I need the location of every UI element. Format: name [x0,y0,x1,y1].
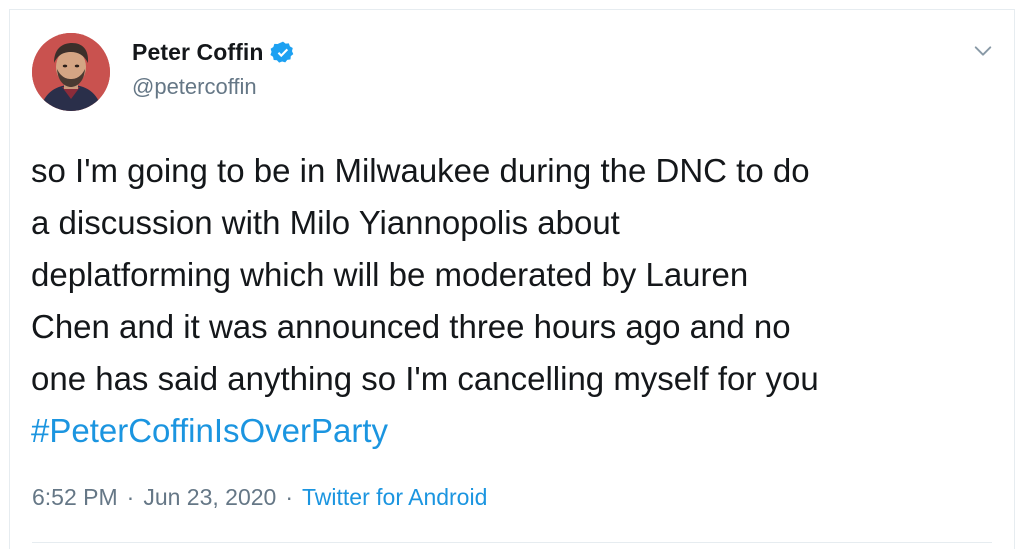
chevron-down-icon[interactable] [972,40,994,62]
tweet-date[interactable]: Jun 23, 2020 [143,484,276,511]
meta-separator: · [126,484,135,510]
source-link[interactable]: Twitter for Android [302,484,487,511]
author-name-row: Peter Coffin [132,39,296,66]
author-handle[interactable]: @petercoffin [132,74,257,100]
display-name[interactable]: Peter Coffin [132,39,264,66]
tweet-meta: 6:52 PM · Jun 23, 2020 · Twitter for And… [32,484,487,511]
meta-separator: · [285,484,294,510]
tweet-text-line: so I'm going to be in Milwaukee during t… [31,152,810,189]
tweet-text: so I'm going to be in Milwaukee during t… [31,145,1006,457]
tweet-text-line: Chen and it was announced three hours ag… [31,308,791,345]
tweet-text-line: a discussion with Milo Yiannopolis about [31,204,620,241]
divider [32,542,992,543]
tweet-time[interactable]: 6:52 PM [32,484,118,511]
hashtag-link[interactable]: #PeterCoffinIsOverParty [31,412,388,449]
avatar[interactable] [32,33,110,111]
tweet-text-line: one has said anything so I'm cancelling … [31,360,819,397]
tweet-card: Peter Coffin @petercoffin so I'm going t… [9,9,1015,549]
tweet-text-line: deplatforming which will be moderated by… [31,256,749,293]
verified-badge-icon [269,41,293,63]
